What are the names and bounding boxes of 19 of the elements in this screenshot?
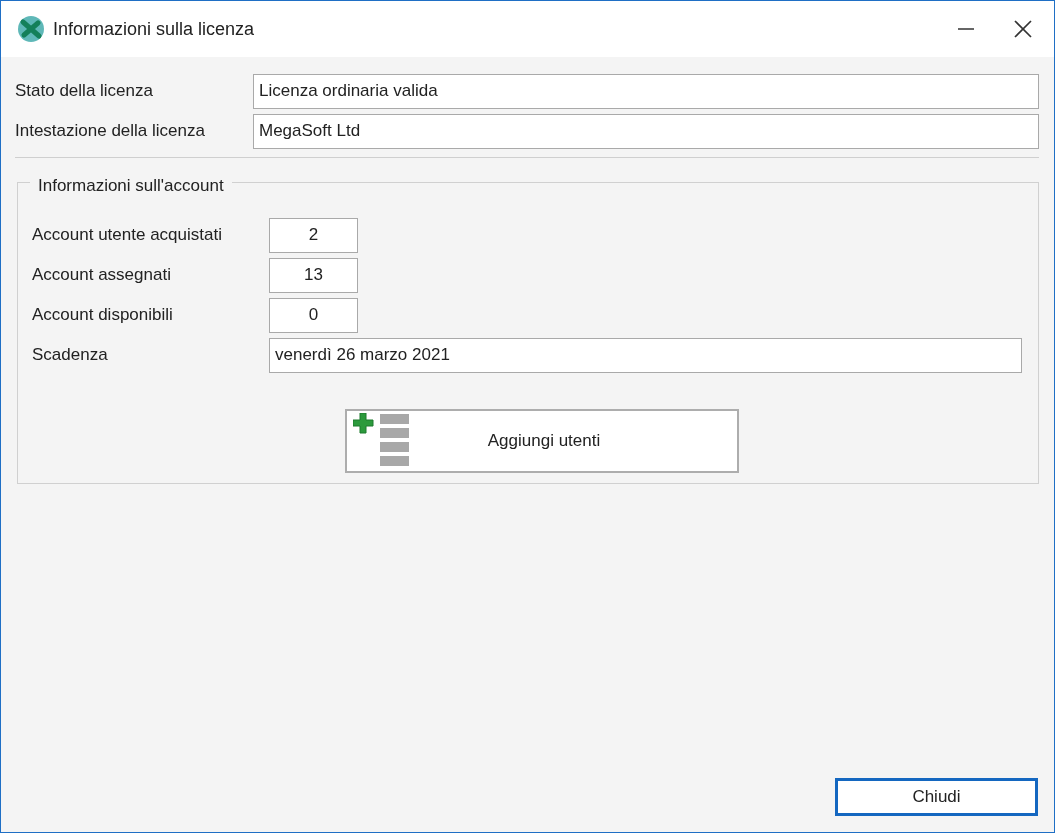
field-label: Intestazione della licenza [15,120,206,143]
app-logo-icon [17,15,45,43]
field-label: Scadenza [32,344,109,367]
field-label: Account disponibili [32,304,174,327]
field-label: Account assegnati [32,264,172,287]
field-label: Stato della licenza [15,80,154,103]
input-field[interactable]: Licenza ordinaria valida [253,73,1039,109]
input-field[interactable]: 0 [269,297,358,333]
field-label: Account utente acquistati [32,224,223,247]
input-field[interactable]: 2 [269,217,358,253]
input-field[interactable]: venerdì 26 marzo 2021 [269,337,1022,373]
minimize-icon [958,28,974,30]
input-field[interactable]: 13 [269,257,358,293]
close-icon [1013,19,1033,39]
input-field[interactable]: MegaSoft Ltd [253,113,1039,149]
window-title: Informazioni sulla licenza [53,17,256,41]
add-list-icon [353,413,411,469]
add-users-button[interactable]: Aggiungi utenti [345,409,739,473]
close-dialog-button[interactable]: Chiudi [835,778,1038,816]
